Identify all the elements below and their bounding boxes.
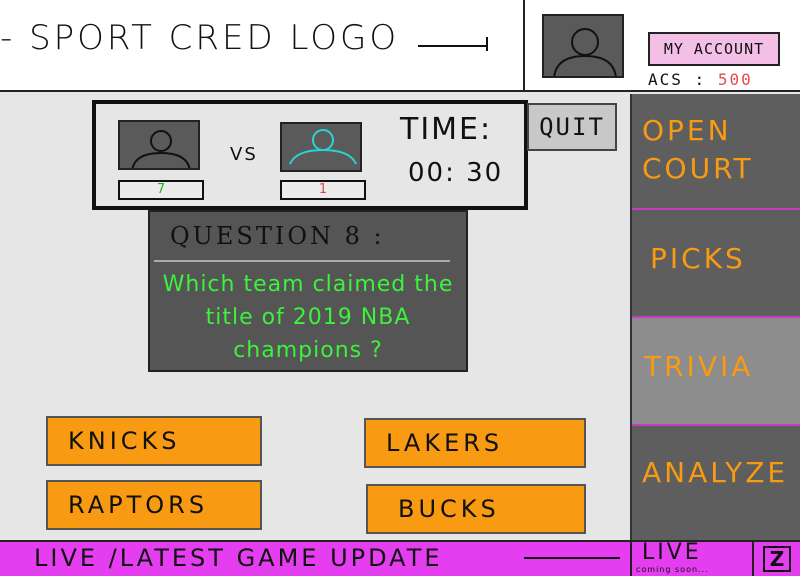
- quit-button[interactable]: QUIT: [527, 103, 617, 151]
- live-label: LIVE: [642, 540, 702, 565]
- z-button[interactable]: Z: [752, 542, 800, 576]
- acs-value: 500: [717, 70, 753, 89]
- time-label: TIME:: [400, 112, 493, 147]
- sidebar-item-analyze[interactable]: ANALYZE: [632, 426, 800, 540]
- logo-text[interactable]: - SPORT CRED LOGO: [0, 18, 399, 58]
- time-remaining: 00: 30: [408, 158, 504, 188]
- user-avatar-icon: [553, 28, 617, 76]
- player1-avatar: [118, 120, 200, 170]
- question-heading: QUESTION 8 :: [170, 222, 385, 250]
- question-text: Which team claimed the title of 2019 NBA…: [162, 272, 454, 363]
- my-account-button[interactable]: MY ACCOUNT: [648, 32, 780, 66]
- match-box: 7 VS 1 TIME: 00: 30: [92, 100, 528, 210]
- header: - SPORT CRED LOGO MY ACCOUNT ACS : 500: [0, 0, 800, 92]
- answer-button-lakers[interactable]: LAKERS: [364, 418, 586, 468]
- sidebar-item-picks[interactable]: PICKS: [632, 210, 800, 318]
- acs-score: ACS : 500: [648, 70, 753, 89]
- player2-avatar-icon: [289, 129, 357, 165]
- vs-label: VS: [230, 144, 258, 165]
- player2-score: 1: [280, 180, 366, 200]
- player1-avatar-icon: [131, 130, 191, 168]
- player1-score: 7: [118, 180, 204, 200]
- sidebar-nav: OPEN COURT PICKS TRIVIA ANALYZE: [630, 94, 800, 540]
- header-divider: [523, 0, 525, 92]
- acs-label: ACS :: [648, 70, 707, 89]
- live-updates-line: [524, 557, 620, 559]
- logo-underline: [418, 45, 488, 47]
- live-updates-text[interactable]: LIVE /LATEST GAME UPDATE: [34, 544, 443, 572]
- question-panel: QUESTION 8 : Which team claimed the titl…: [148, 210, 468, 372]
- player2-avatar: [280, 122, 362, 172]
- answer-button-knicks[interactable]: KNICKS: [46, 416, 262, 466]
- question-divider: [154, 260, 450, 262]
- sidebar-item-open-court[interactable]: OPEN COURT: [632, 94, 800, 210]
- z-icon: Z: [763, 546, 791, 572]
- live-section[interactable]: LIVE coming soon...: [630, 540, 752, 576]
- live-coming-soon: coming soon...: [636, 565, 709, 574]
- logo-underline-tick: [486, 37, 488, 51]
- user-avatar[interactable]: [542, 14, 624, 78]
- live-updates-bar: LIVE /LATEST GAME UPDATE LIVE coming soo…: [0, 540, 800, 576]
- answer-button-raptors[interactable]: RAPTORS: [46, 480, 262, 530]
- sidebar-item-trivia[interactable]: TRIVIA: [632, 318, 800, 426]
- answer-button-bucks[interactable]: BUCKS: [366, 484, 586, 534]
